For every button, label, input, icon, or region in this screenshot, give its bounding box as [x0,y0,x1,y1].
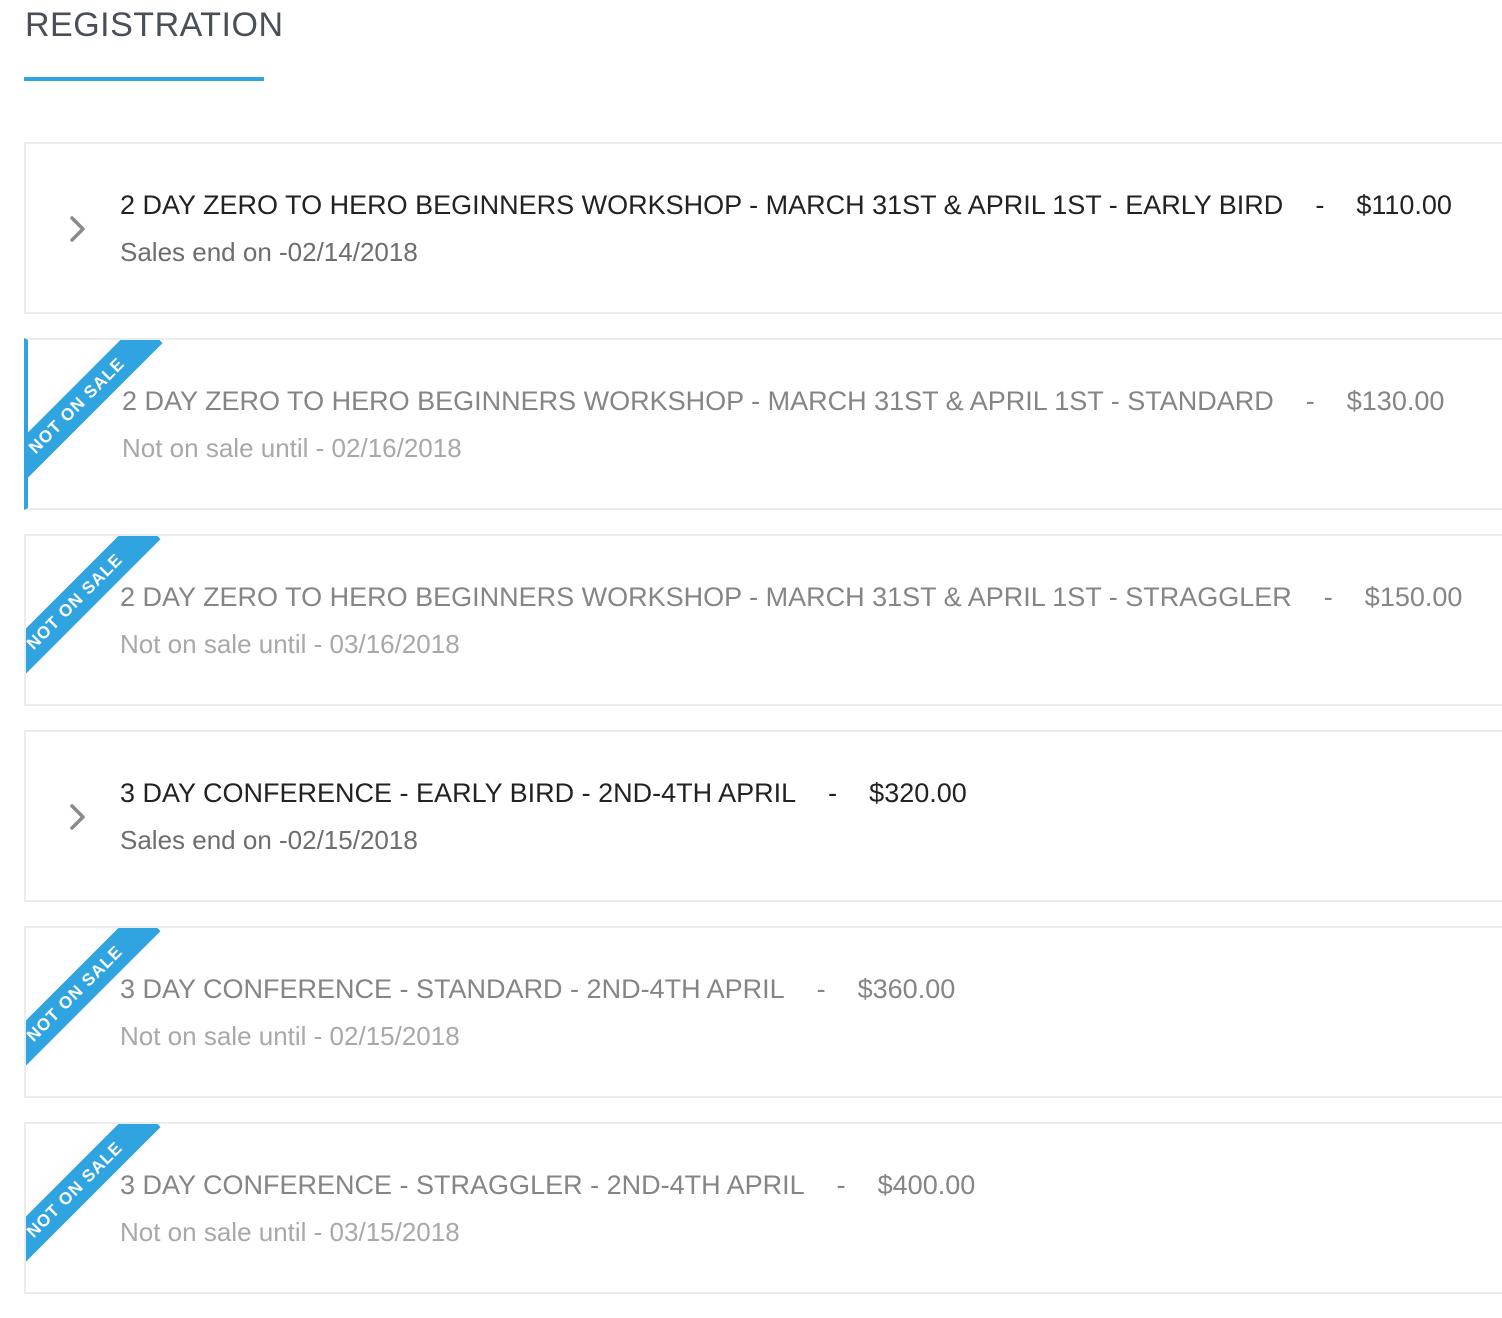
ticket-title-line: 2 DAY ZERO TO HERO BEGINNERS WORKSHOP - … [122,384,1502,418]
ticket-price: $110.00 [1356,190,1452,220]
ticket-body: 3 DAY CONFERENCE - STRAGGLER - 2ND-4TH A… [120,1168,1502,1248]
ticket-body: 3 DAY CONFERENCE - EARLY BIRD - 2ND-4TH … [120,776,1502,856]
ticket-title-line: 3 DAY CONFERENCE - EARLY BIRD - 2ND-4TH … [120,776,1502,810]
ticket-separator: - [816,974,826,1004]
ticket-title-line: 3 DAY CONFERENCE - STANDARD - 2ND-4TH AP… [120,972,1502,1006]
ticket-item[interactable]: 3 DAY CONFERENCE - EARLY BIRD - 2ND-4TH … [24,730,1502,902]
ticket-price: $320.00 [869,778,967,808]
ticket-body: 2 DAY ZERO TO HERO BEGINNERS WORKSHOP - … [120,188,1502,268]
ticket-separator: - [828,778,838,808]
ticket-name: 2 DAY ZERO TO HERO BEGINNERS WORKSHOP - … [122,386,1274,416]
ticket-price: $400.00 [877,1170,976,1200]
ticket-name: 2 DAY ZERO TO HERO BEGINNERS WORKSHOP - … [120,582,1292,612]
ticket-body: 2 DAY ZERO TO HERO BEGINNERS WORKSHOP - … [122,384,1502,464]
ticket-status: Sales end on -02/14/2018 [120,237,418,267]
ticket-separator: - [1305,386,1315,416]
ticket-item: NOT ON SALE 3 DAY CONFERENCE - STRAGGLER… [24,1122,1502,1294]
ticket-separator: - [1315,190,1325,220]
ticket-body: 2 DAY ZERO TO HERO BEGINNERS WORKSHOP - … [120,580,1502,660]
ticket-separator: - [836,1170,846,1200]
ticket-name: 3 DAY CONFERENCE - EARLY BIRD - 2ND-4TH … [120,778,797,808]
title-underline [24,77,264,81]
chevron-right-icon[interactable] [66,800,90,834]
ticket-status: Not on sale until - 02/15/2018 [120,1021,460,1051]
ticket-name: 3 DAY CONFERENCE - STRAGGLER - 2ND-4TH A… [120,1170,805,1200]
ticket-status: Not on sale until - 03/15/2018 [120,1217,460,1247]
ticket-body: 3 DAY CONFERENCE - STANDARD - 2ND-4TH AP… [120,972,1502,1052]
ticket-title-line: 2 DAY ZERO TO HERO BEGINNERS WORKSHOP - … [120,188,1502,222]
ticket-item: NOT ON SALE 2 DAY ZERO TO HERO BEGINNERS… [24,534,1502,706]
page-title: REGISTRATION [25,6,284,44]
ticket-name: 3 DAY CONFERENCE - STANDARD - 2ND-4TH AP… [120,974,785,1004]
ticket-status: Sales end on -02/15/2018 [120,825,418,855]
ticket-title-line: 3 DAY CONFERENCE - STRAGGLER - 2ND-4TH A… [120,1168,1502,1202]
chevron-right-icon[interactable] [66,212,90,246]
ticket-item[interactable]: 2 DAY ZERO TO HERO BEGINNERS WORKSHOP - … [24,142,1502,314]
ticket-price: $150.00 [1364,582,1463,612]
ticket-separator: - [1323,582,1333,612]
ticket-price: $360.00 [857,974,956,1004]
ticket-item: NOT ON SALE 2 DAY ZERO TO HERO BEGINNERS… [24,338,1502,510]
ticket-list: 2 DAY ZERO TO HERO BEGINNERS WORKSHOP - … [24,142,1502,1318]
ticket-name: 2 DAY ZERO TO HERO BEGINNERS WORKSHOP - … [120,190,1284,220]
ticket-status: Not on sale until - 03/16/2018 [120,629,460,659]
ticket-price: $130.00 [1346,386,1445,416]
ticket-item: NOT ON SALE 3 DAY CONFERENCE - STANDARD … [24,926,1502,1098]
ticket-title-line: 2 DAY ZERO TO HERO BEGINNERS WORKSHOP - … [120,580,1502,614]
ticket-status: Not on sale until - 02/16/2018 [122,433,462,463]
